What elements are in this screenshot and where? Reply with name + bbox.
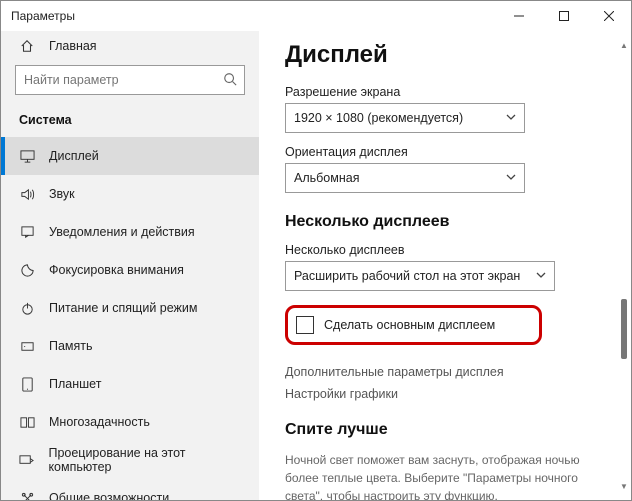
display-icon	[19, 149, 35, 164]
multi-displays-label: Несколько дисплеев	[285, 243, 605, 257]
sleep-better-text: Ночной свет поможет вам заснуть, отображ…	[285, 451, 605, 500]
main-panel: Дисплей Разрешение экрана 1920 × 1080 (р…	[259, 31, 631, 500]
maximize-button[interactable]	[541, 1, 586, 31]
sidebar: Главная Система Дисплей Звук Уведомления…	[1, 31, 259, 500]
page-title: Дисплей	[285, 41, 605, 69]
orientation-dropdown[interactable]: Альбомная	[285, 163, 525, 193]
nav-item-shared[interactable]: Общие возможности	[1, 479, 259, 500]
storage-icon	[19, 339, 35, 354]
window-title: Параметры	[11, 9, 496, 23]
nav-label: Планшет	[49, 377, 101, 391]
multi-displays-value: Расширить рабочий стол на этот экран	[294, 269, 520, 283]
nav-item-sound[interactable]: Звук	[1, 175, 259, 213]
nav-item-storage[interactable]: Память	[1, 327, 259, 365]
search-input[interactable]	[15, 65, 245, 95]
resolution-label: Разрешение экрана	[285, 85, 605, 99]
nav-item-tablet[interactable]: Планшет	[1, 365, 259, 403]
nav-label: Уведомления и действия	[49, 225, 195, 239]
nav-label: Многозадачность	[49, 415, 150, 429]
nav-label: Общие возможности	[49, 491, 169, 500]
scrollbar-thumb[interactable]	[621, 299, 627, 359]
home-icon	[19, 39, 35, 53]
nav-label: Питание и спящий режим	[49, 301, 197, 315]
nav-item-project[interactable]: Проецирование на этот компьютер	[1, 441, 259, 479]
nav-item-multitask[interactable]: Многозадачность	[1, 403, 259, 441]
scroll-down-icon: ▼	[620, 482, 628, 491]
sound-icon	[19, 187, 35, 202]
notifications-icon	[19, 225, 35, 240]
make-primary-label: Сделать основным дисплеем	[324, 318, 495, 332]
highlight-annotation: Сделать основным дисплеем	[285, 305, 542, 345]
search-box[interactable]	[15, 65, 245, 95]
search-icon	[223, 72, 237, 91]
minimize-button[interactable]	[496, 1, 541, 31]
nav-label: Фокусировка внимания	[49, 263, 184, 277]
nav-item-power[interactable]: Питание и спящий режим	[1, 289, 259, 327]
graphics-settings-link[interactable]: Настройки графики	[285, 387, 605, 401]
nav-label: Проецирование на этот компьютер	[48, 446, 245, 474]
shared-icon	[19, 491, 35, 501]
multitask-icon	[19, 415, 35, 430]
section-title: Система	[1, 107, 259, 137]
power-icon	[19, 301, 35, 316]
nav-item-notifications[interactable]: Уведомления и действия	[1, 213, 259, 251]
nav-label: Звук	[49, 187, 75, 201]
home-label: Главная	[49, 39, 97, 53]
chevron-down-icon	[536, 269, 546, 283]
make-primary-checkbox[interactable]	[296, 316, 314, 334]
advanced-display-link[interactable]: Дополнительные параметры дисплея	[285, 365, 605, 379]
titlebar: Параметры	[1, 1, 631, 31]
resolution-dropdown[interactable]: 1920 × 1080 (рекомендуется)	[285, 103, 525, 133]
orientation-value: Альбомная	[294, 171, 359, 185]
nav-list: Дисплей Звук Уведомления и действия Фоку…	[1, 137, 259, 500]
focus-icon	[19, 263, 35, 278]
nav-label: Дисплей	[49, 149, 99, 163]
nav-item-display[interactable]: Дисплей	[1, 137, 259, 175]
nav-label: Память	[49, 339, 93, 353]
nav-item-focus[interactable]: Фокусировка внимания	[1, 251, 259, 289]
chevron-down-icon	[506, 171, 516, 185]
chevron-down-icon	[506, 111, 516, 125]
multi-displays-dropdown[interactable]: Расширить рабочий стол на этот экран	[285, 261, 555, 291]
sleep-better-heading: Спите лучше	[285, 421, 605, 439]
close-button[interactable]	[586, 1, 631, 31]
orientation-label: Ориентация дисплея	[285, 145, 605, 159]
scroll-up-icon: ▲	[620, 41, 628, 50]
tablet-icon	[19, 377, 35, 392]
main-scrollbar[interactable]: ▲ ▼	[619, 41, 629, 491]
multi-displays-heading: Несколько дисплеев	[285, 213, 605, 231]
home-link[interactable]: Главная	[1, 31, 259, 61]
resolution-value: 1920 × 1080 (рекомендуется)	[294, 111, 463, 125]
project-icon	[19, 453, 34, 468]
